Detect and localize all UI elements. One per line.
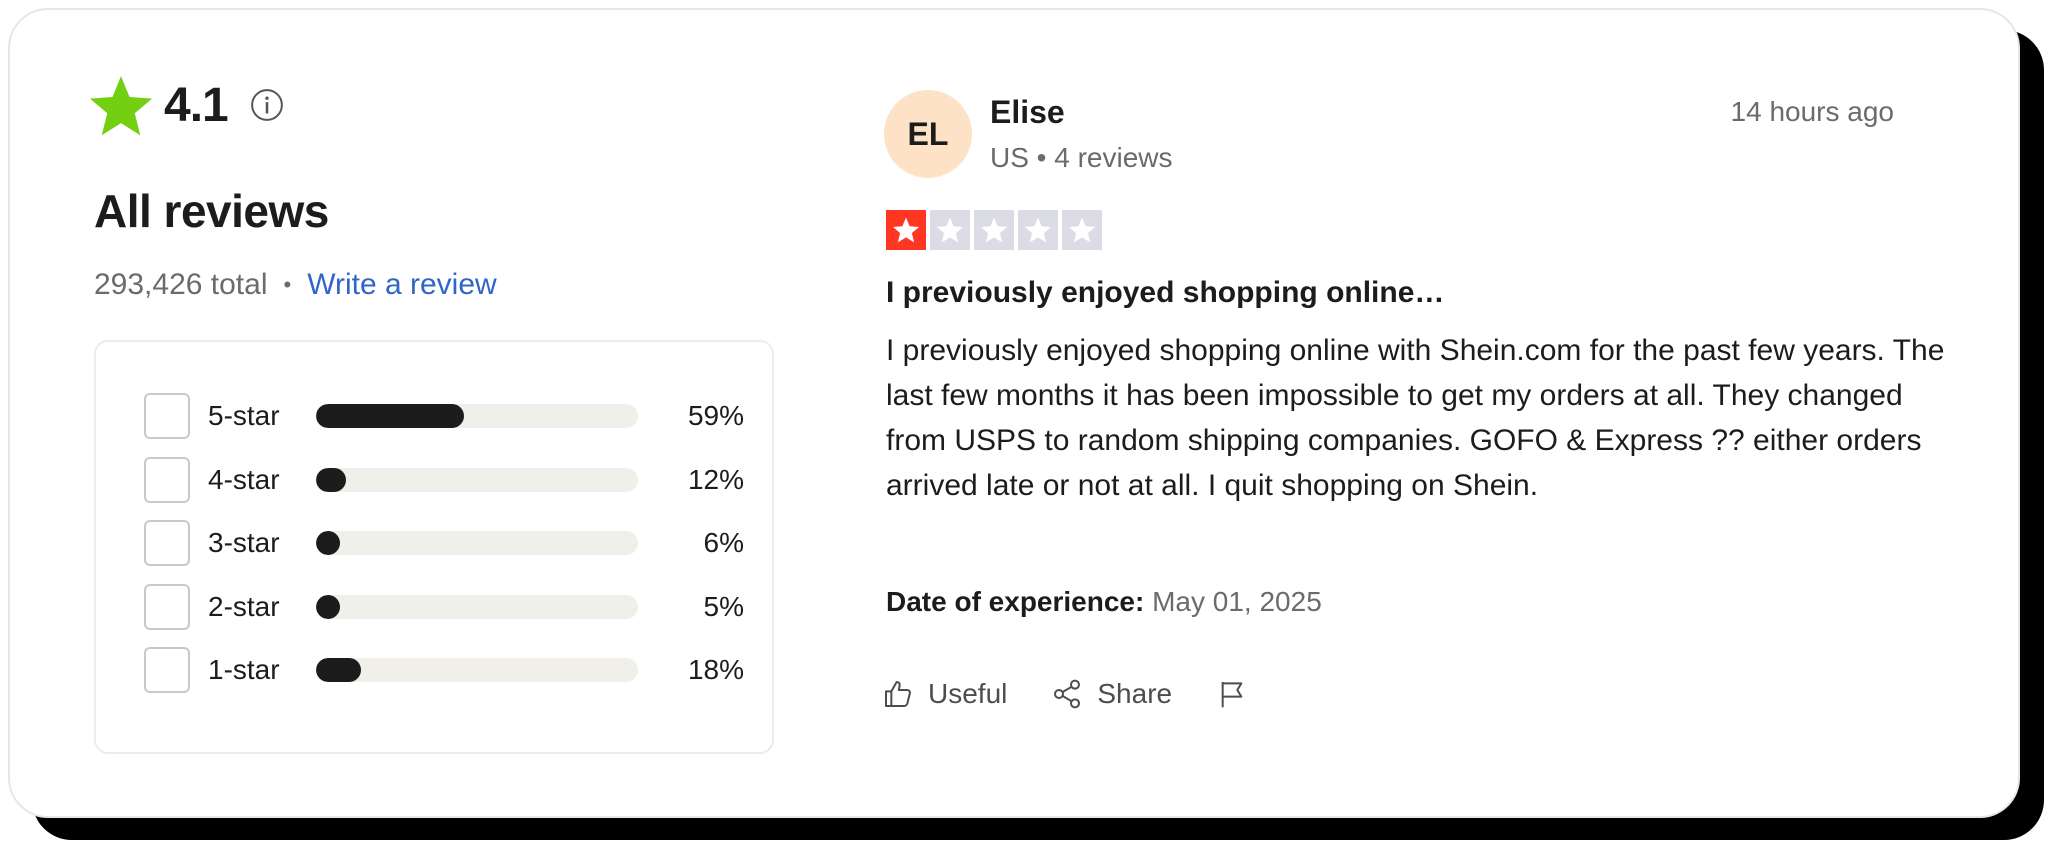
distribution-bar <box>316 531 638 555</box>
reviewer-name[interactable]: Elise <box>990 94 1065 131</box>
rating-value: 4.1 <box>164 78 229 132</box>
useful-label: Useful <box>928 678 1008 709</box>
write-review-link[interactable]: Write a review <box>307 268 497 302</box>
review-timestamp: 14 hours ago <box>1730 96 1894 127</box>
distribution-bar <box>316 595 638 619</box>
rating-star <box>1062 210 1102 250</box>
total-row: 293,426 total • Write a review <box>94 268 497 302</box>
review-card: 4.1 All reviews 293,426 total • Write a … <box>8 8 2020 818</box>
share-label: Share <box>1097 678 1173 709</box>
distribution-label: 5-star <box>208 400 280 431</box>
distribution-label: 4-star <box>208 464 280 495</box>
distribution-bar <box>316 658 638 682</box>
distribution-percent: 5% <box>703 591 744 622</box>
distribution-bar-fill <box>316 531 340 555</box>
distribution-bar-fill <box>316 595 340 619</box>
distribution-row-1[interactable]: 1-star 18% <box>144 646 744 694</box>
distribution-row-2[interactable]: 2-star 5% <box>144 583 744 631</box>
avatar[interactable]: EL <box>884 90 972 178</box>
reviewer-meta: US • 4 reviews <box>990 142 1173 173</box>
star-icon <box>893 217 919 243</box>
distribution-row-5[interactable]: 5-star 59% <box>144 392 744 440</box>
distribution-percent: 18% <box>687 654 744 685</box>
distribution-bar-fill <box>316 468 347 492</box>
flag-icon <box>1221 682 1243 708</box>
review-title[interactable]: I previously enjoyed shopping online… <box>886 276 1444 310</box>
distribution-bar-fill <box>316 658 362 682</box>
rating-distribution: 5-star 59% 4-star 12% 3-star 6% 2-star 5… <box>94 340 774 754</box>
rating-star <box>1018 210 1058 250</box>
filter-checkbox[interactable] <box>144 520 190 566</box>
distribution-bar <box>316 404 638 428</box>
overall-rating: 4.1 <box>86 72 284 138</box>
star-icon <box>1025 217 1051 243</box>
filter-checkbox[interactable] <box>144 647 190 693</box>
share-button[interactable]: Share <box>1051 678 1172 710</box>
share-icon <box>1054 679 1081 709</box>
distribution-row-3[interactable]: 3-star 6% <box>144 519 744 567</box>
total-count: 293,426 total <box>94 268 268 301</box>
distribution-row-4[interactable]: 4-star 12% <box>144 456 744 504</box>
review-body: I previously enjoyed shopping online wit… <box>886 334 1945 502</box>
separator: • <box>283 272 292 297</box>
star-icon <box>981 217 1007 243</box>
report-button[interactable] <box>1216 678 1262 710</box>
star-icon <box>1069 217 1095 243</box>
distribution-bar <box>316 468 638 492</box>
distribution-label: 1-star <box>208 654 280 685</box>
star-icon <box>89 76 153 136</box>
date-of-experience: Date of experience: May 01, 2025 <box>886 586 1322 618</box>
filter-checkbox[interactable] <box>144 584 190 630</box>
rating-star <box>974 210 1014 250</box>
review-star-rating <box>886 210 1102 250</box>
filter-checkbox[interactable] <box>144 393 190 439</box>
distribution-percent: 6% <box>703 527 744 558</box>
filter-checkbox[interactable] <box>144 457 190 503</box>
distribution-bar-fill <box>316 404 465 428</box>
info-icon[interactable] <box>250 88 284 122</box>
thumbs-up-icon <box>885 681 911 707</box>
star-icon <box>937 217 963 243</box>
distribution-percent: 59% <box>687 400 744 431</box>
rating-star <box>930 210 970 250</box>
page-title: All reviews <box>94 185 329 237</box>
date-value: May 01, 2025 <box>1152 586 1322 617</box>
distribution-percent: 12% <box>687 464 744 495</box>
review-actions: Useful Share <box>882 678 1306 710</box>
date-label: Date of experience: <box>886 586 1145 617</box>
distribution-label: 2-star <box>208 591 280 622</box>
rating-star <box>886 210 926 250</box>
distribution-label: 3-star <box>208 527 280 558</box>
useful-button[interactable]: Useful <box>882 678 1007 710</box>
